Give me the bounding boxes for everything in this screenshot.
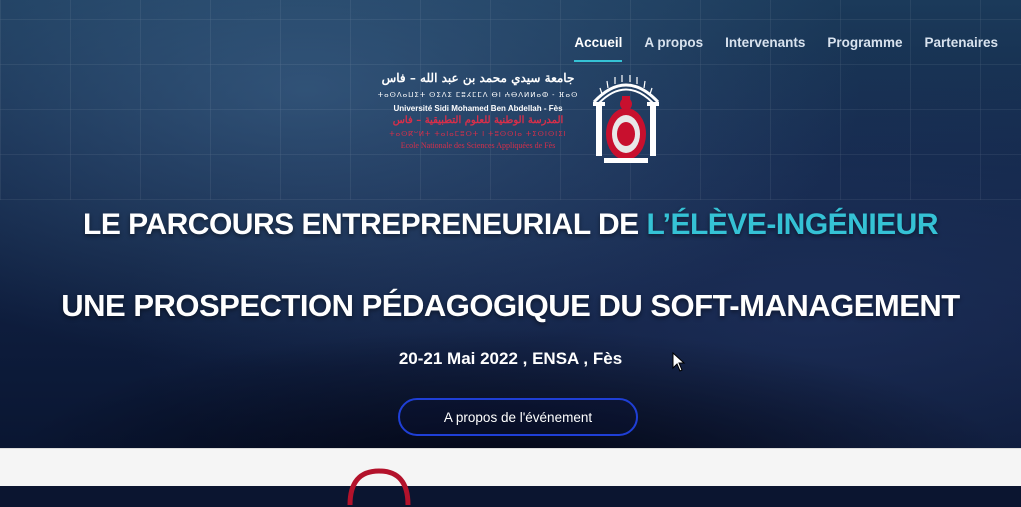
section-divider (0, 448, 1021, 449)
nav-item-partenaires[interactable]: Partenaires (913, 35, 1009, 62)
logo-text-block: جامعة سيدي محمد بن عبد الله – فاس ⵜⴰⵙⴷⴰⵡ… (372, 70, 584, 150)
logo-arabic-school: المدرسة الوطنية للعلوم التطبيقية – فاس (392, 115, 564, 126)
hero-title-line2: UNE PROSPECTION PÉDAGOGIQUE DU SOFT-MANA… (61, 288, 960, 323)
nav-item-programme[interactable]: Programme (816, 35, 913, 62)
mouse-cursor-icon (672, 352, 686, 372)
hero-section: Accueil A propos Intervenants Programme … (0, 0, 1021, 448)
hero-title-line1-accent: L’ÉLÈVE-INGÉNIEUR (646, 208, 938, 241)
main-nav: Accueil A propos Intervenants Programme … (563, 35, 1009, 62)
nav-item-a-propos[interactable]: A propos (633, 35, 714, 62)
school-logo[interactable]: جامعة سيدي محمد بن عبد الله – فاس ⵜⴰⵙⴷⴰⵡ… (372, 70, 664, 166)
university-emblem-icon (592, 75, 660, 163)
logo-arabic-university: جامعة سيدي محمد بن عبد الله – فاس (381, 71, 575, 85)
about-event-button[interactable]: A propos de l'événement (398, 398, 638, 436)
hero-title-line1: LE PARCOURS ENTREPRENEURIAL DE L’ÉLÈVE-I… (0, 208, 1021, 242)
logo-french-university: Université Sidi Mohamed Ben Abdellah - F… (393, 104, 563, 113)
section-icon (347, 468, 411, 506)
nav-item-accueil[interactable]: Accueil (563, 35, 633, 62)
logo-tifinagh-university: ⵜⴰⵙⴷⴰⵡⵉⵜ ⵙⵉⴷⵉ ⵎⵓⵃⵎⵎⴷ ⴱⵏ ⵄⴱⴷⵍⵍⴰⵀ - ⴼⴰⵙ (377, 92, 579, 99)
logo-french-school: Ecole Nationale des Sciences Appliquées … (400, 141, 556, 150)
logo-tifinagh-school: ⵜⴰⵙⴽⵯⵍⵜ ⵜⴰⵏⴰⵎⵓⵔⵜ ⵏ ⵜⵓⵙⵙⵏⴰ ⵜⵉⵙⵏⵙⵏⵉⵏ (389, 131, 567, 138)
next-section (0, 448, 1021, 506)
event-date-location: 20-21 Mai 2022 , ENSA , Fès (398, 349, 623, 368)
nav-item-intervenants[interactable]: Intervenants (714, 35, 816, 62)
hero-title-line1-main: LE PARCOURS ENTREPRENEURIAL DE (83, 208, 647, 241)
